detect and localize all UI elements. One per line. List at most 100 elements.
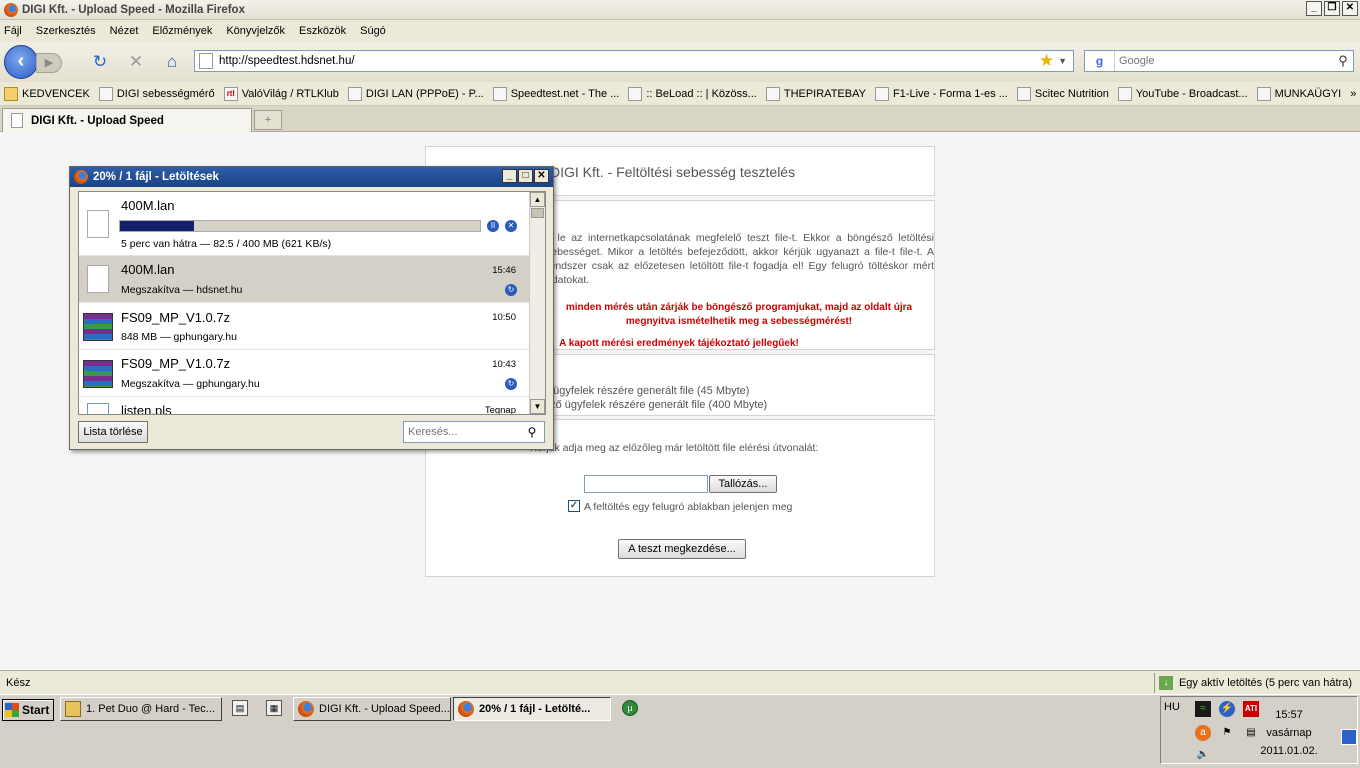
reload-icon[interactable]: ↻ — [90, 52, 110, 72]
menu-tools[interactable]: Eszközök — [299, 25, 346, 37]
bookmark-item[interactable]: DIGI sebességmérő — [98, 86, 215, 101]
calendar-icon[interactable]: ▦ — [266, 700, 282, 716]
show-desktop-icon[interactable] — [1341, 729, 1357, 745]
forward-button[interactable]: ▶ — [36, 53, 62, 73]
menu-edit[interactable]: Szerkesztés — [36, 25, 96, 37]
pause-icon[interactable]: II — [487, 220, 499, 232]
clock-time[interactable]: 15:57 — [1259, 709, 1319, 721]
downloads-search[interactable]: ⚲ — [403, 421, 545, 443]
scroll-up-icon[interactable]: ▲ — [530, 192, 545, 207]
system-tray: ≈ ⚡ ATI a ⚑ ▤ 🔈 15:57 vasárnap 2011.01.0… — [1160, 696, 1358, 764]
url-bar[interactable]: ★ ▼ — [194, 50, 1074, 72]
power-icon[interactable]: ⚡ — [1219, 701, 1235, 717]
url-dropdown-icon[interactable]: ▼ — [1058, 56, 1067, 66]
menu-file[interactable]: Fájl — [4, 25, 22, 37]
google-engine-icon[interactable]: g — [1085, 51, 1115, 71]
popup-checkbox[interactable]: ✓ — [568, 500, 580, 512]
task-pet-duo[interactable]: 1. Pet Duo @ Hard - Tec... — [60, 697, 222, 721]
download-item[interactable]: listen.pls Tegnap — [79, 397, 530, 414]
bookmark-item[interactable]: F1-Live - Forma 1-es ... — [874, 86, 1008, 101]
task-downloads[interactable]: 20% / 1 fájl - Letölté... — [453, 697, 611, 721]
navigation-toolbar: ‹ ▶ ↻ ✕ ⌂ ★ ▼ g ⚲ — [0, 42, 1360, 82]
bookmark-item[interactable]: MUNKAÜGYI — [1256, 86, 1341, 101]
downloads-window[interactable]: 20% / 1 fájl - Letöltések _ □ ✕ 400M.lan… — [69, 166, 554, 450]
app-icon — [65, 701, 81, 717]
search-icon[interactable]: ⚲ — [1333, 53, 1353, 69]
menu-history[interactable]: Előzmények — [152, 25, 212, 37]
minimize-button[interactable]: _ — [1306, 1, 1322, 16]
beload-icon — [628, 86, 643, 101]
menu-help[interactable]: Súgó — [360, 25, 386, 37]
close-button[interactable]: ✕ — [534, 169, 549, 183]
minimize-button[interactable]: _ — [502, 169, 517, 183]
rtl-icon: rtl — [223, 86, 238, 101]
browse-button[interactable]: Tallózás... — [709, 475, 777, 493]
firefox-icon — [4, 2, 18, 17]
menu-view[interactable]: Nézet — [110, 25, 139, 37]
home-icon[interactable]: ⌂ — [162, 52, 182, 72]
volume-icon[interactable]: 🔈 — [1195, 747, 1211, 763]
file-option-400mb[interactable]: ező ügyfelek részére generált file (400 … — [544, 399, 767, 411]
ati-icon[interactable]: ATI — [1243, 701, 1259, 717]
bookmark-item[interactable]: THEPIRATEBAY — [765, 86, 866, 101]
bookmark-folder[interactable]: KEDVENCEK — [4, 86, 90, 101]
new-tab-button[interactable]: + — [254, 110, 282, 130]
bookmark-star-icon[interactable]: ★ — [1039, 51, 1054, 71]
scroll-thumb[interactable] — [531, 208, 544, 218]
maximize-button[interactable]: □ — [518, 169, 533, 183]
disclaimer-text: A kapott mérési eredmények tájékoztató j… — [559, 338, 799, 349]
scroll-down-icon[interactable]: ▼ — [530, 399, 545, 414]
search-icon[interactable]: ⚲ — [524, 425, 540, 439]
page-icon — [11, 113, 23, 128]
file-path-input[interactable] — [584, 475, 708, 493]
close-button[interactable]: ✕ — [1342, 1, 1358, 16]
bookmark-item[interactable]: Speedtest.net - The ... — [492, 86, 619, 101]
task-firefox-upload-speed[interactable]: DIGI Kft. - Upload Speed... — [293, 697, 451, 721]
downloads-titlebar[interactable]: 20% / 1 fájl - Letöltések _ □ ✕ — [70, 167, 553, 187]
cancel-icon[interactable]: ✕ — [505, 220, 517, 232]
start-test-button[interactable]: A teszt megkezdése... — [618, 539, 746, 559]
retry-icon[interactable]: ↻ — [505, 284, 517, 296]
bookmark-item[interactable]: :: BeLoad :: | Közöss... — [628, 86, 757, 101]
menu-bookmarks[interactable]: Könyvjelzők — [226, 25, 285, 37]
download-arrow-icon: ↓ — [1158, 675, 1173, 690]
bookmark-item[interactable]: Scitec Nutrition — [1016, 86, 1109, 101]
download-item[interactable]: FS09_MP_V1.0.7z 10:50 848 MB — gphungary… — [79, 303, 530, 350]
back-button[interactable]: ‹ — [4, 45, 38, 79]
clock-date: 2011.01.02. — [1260, 745, 1318, 757]
search-bar[interactable]: g ⚲ — [1084, 50, 1354, 72]
tab-bar: DIGI Kft. - Upload Speed + — [0, 106, 1360, 132]
download-item-active[interactable]: 400M.lan II ✕ 5 perc van hátra — 82.5 / … — [79, 192, 530, 256]
url-input[interactable] — [219, 55, 1039, 67]
downloads-list[interactable]: 400M.lan II ✕ 5 perc van hátra — 82.5 / … — [78, 191, 546, 415]
retry-icon[interactable]: ↻ — [505, 378, 517, 390]
bookmark-item[interactable]: YouTube - Broadcast... — [1117, 86, 1248, 101]
flag-icon[interactable]: ⚑ — [1219, 725, 1235, 741]
bookmarks-toolbar: KEDVENCEK DIGI sebességmérő rtl ValóVilág… — [0, 82, 1360, 106]
firefox-icon — [458, 701, 474, 717]
bookmarks-overflow[interactable]: » — [1350, 88, 1356, 100]
search-input[interactable] — [1115, 55, 1333, 67]
active-download-status[interactable]: ↓ Egy aktív letöltés (5 perc van hátra) — [1153, 672, 1360, 693]
start-button[interactable]: Start — [2, 699, 54, 721]
downloads-scrollbar[interactable]: ▲ ▼ — [529, 192, 545, 414]
bookmark-item[interactable]: rtl ValóVilág / RTLKlub — [223, 86, 339, 101]
file-icon — [87, 210, 109, 238]
stop-icon[interactable]: ✕ — [126, 52, 146, 72]
downloads-search-input[interactable] — [404, 426, 524, 438]
avast-icon[interactable]: a — [1195, 725, 1211, 741]
download-progress-bar — [119, 220, 481, 232]
download-item[interactable]: 400M.lan 15:46 Megszakítva — hdsnet.hu ↻ — [79, 256, 530, 303]
utorrent-icon[interactable]: µ — [622, 700, 638, 716]
window-title: DIGI Kft. - Upload Speed - Mozilla Firef… — [22, 3, 245, 16]
download-item[interactable]: FS09_MP_V1.0.7z 10:43 Megszakítva — gphu… — [79, 350, 530, 397]
restore-button[interactable]: ❐ — [1324, 1, 1340, 16]
razer-icon[interactable]: ≈ — [1195, 701, 1211, 717]
clear-list-button[interactable]: Lista törlése — [78, 421, 148, 443]
window-titlebar[interactable]: DIGI Kft. - Upload Speed - Mozilla Firef… — [0, 0, 1360, 20]
network-icon[interactable]: ▤ — [1243, 725, 1259, 741]
tab-upload-speed[interactable]: DIGI Kft. - Upload Speed — [2, 108, 252, 132]
bookmark-item[interactable]: DIGI LAN (PPPoE) - P... — [347, 86, 484, 101]
save-icon[interactable]: ▤ — [232, 700, 248, 716]
file-option-45mb[interactable]: ő ügyfelek részére generált file (45 Mby… — [544, 385, 749, 397]
